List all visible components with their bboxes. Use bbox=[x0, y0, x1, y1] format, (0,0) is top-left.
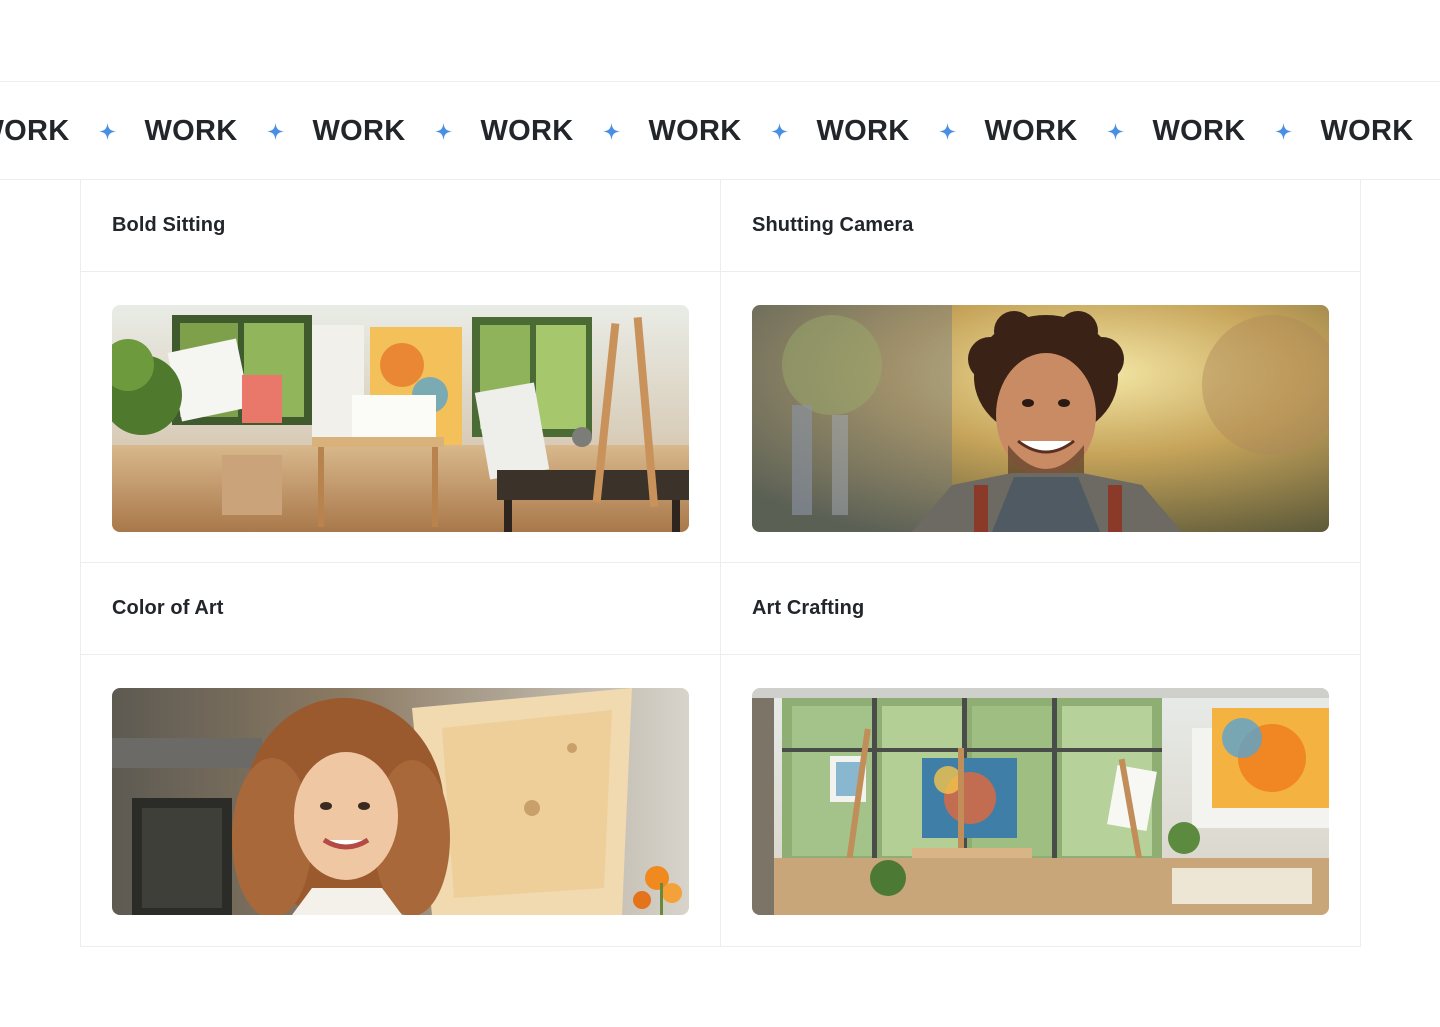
art-crafting-studio-image[interactable] bbox=[752, 688, 1329, 915]
card-image-cell bbox=[81, 655, 720, 946]
woman-with-easel-image[interactable] bbox=[112, 688, 689, 915]
art-studio-image[interactable] bbox=[112, 305, 689, 532]
marquee-word: WORK bbox=[816, 114, 910, 147]
marquee-word: WORK bbox=[984, 114, 1078, 147]
card-title[interactable]: Shutting Camera bbox=[752, 214, 914, 237]
four-point-star-icon bbox=[1262, 122, 1304, 140]
card-header: Bold Sitting bbox=[81, 180, 720, 272]
card-header: Shutting Camera bbox=[721, 180, 1360, 272]
marquee-word: WORK bbox=[1152, 114, 1246, 147]
marquee-word: WORK bbox=[312, 114, 406, 147]
card-image-cell bbox=[81, 272, 720, 563]
four-point-star-icon bbox=[926, 122, 968, 140]
four-point-star-icon bbox=[758, 122, 800, 140]
marquee-word: WORK bbox=[144, 114, 238, 147]
work-marquee: WORK WORK WORK WORK WORK WORK WORK WORK WORK bbox=[0, 81, 1440, 180]
card-title[interactable]: Color of Art bbox=[112, 597, 224, 620]
gallery-column-right: Shutting Camera Art Crafting bbox=[721, 180, 1360, 946]
four-point-star-icon bbox=[422, 122, 464, 140]
marquee-word: WORK bbox=[0, 114, 70, 147]
four-point-star-icon bbox=[86, 122, 128, 140]
card-header: Art Crafting bbox=[721, 563, 1360, 655]
card-image-cell bbox=[721, 655, 1360, 946]
marquee-word: WORK bbox=[648, 114, 742, 147]
four-point-star-icon bbox=[254, 122, 296, 140]
four-point-star-icon bbox=[1430, 123, 1440, 140]
header-spacer bbox=[0, 0, 1440, 81]
marquee-word: WORK bbox=[480, 114, 574, 147]
smiling-man-image[interactable] bbox=[752, 305, 1329, 532]
card-title[interactable]: Bold Sitting bbox=[112, 214, 225, 237]
marquee-word: WORK bbox=[1320, 114, 1414, 147]
card-header: Color of Art bbox=[81, 563, 720, 655]
four-point-star-icon bbox=[1094, 122, 1136, 140]
gallery-column-left: Bold Sitting Color of Art bbox=[81, 180, 721, 946]
marquee-track: WORK WORK WORK WORK WORK WORK WORK WORK WORK bbox=[0, 82, 1440, 179]
four-point-star-icon bbox=[590, 122, 632, 140]
work-gallery: Bold Sitting Color of Art Shutting Camer… bbox=[80, 180, 1361, 947]
card-image-cell bbox=[721, 272, 1360, 563]
card-title[interactable]: Art Crafting bbox=[752, 597, 864, 620]
